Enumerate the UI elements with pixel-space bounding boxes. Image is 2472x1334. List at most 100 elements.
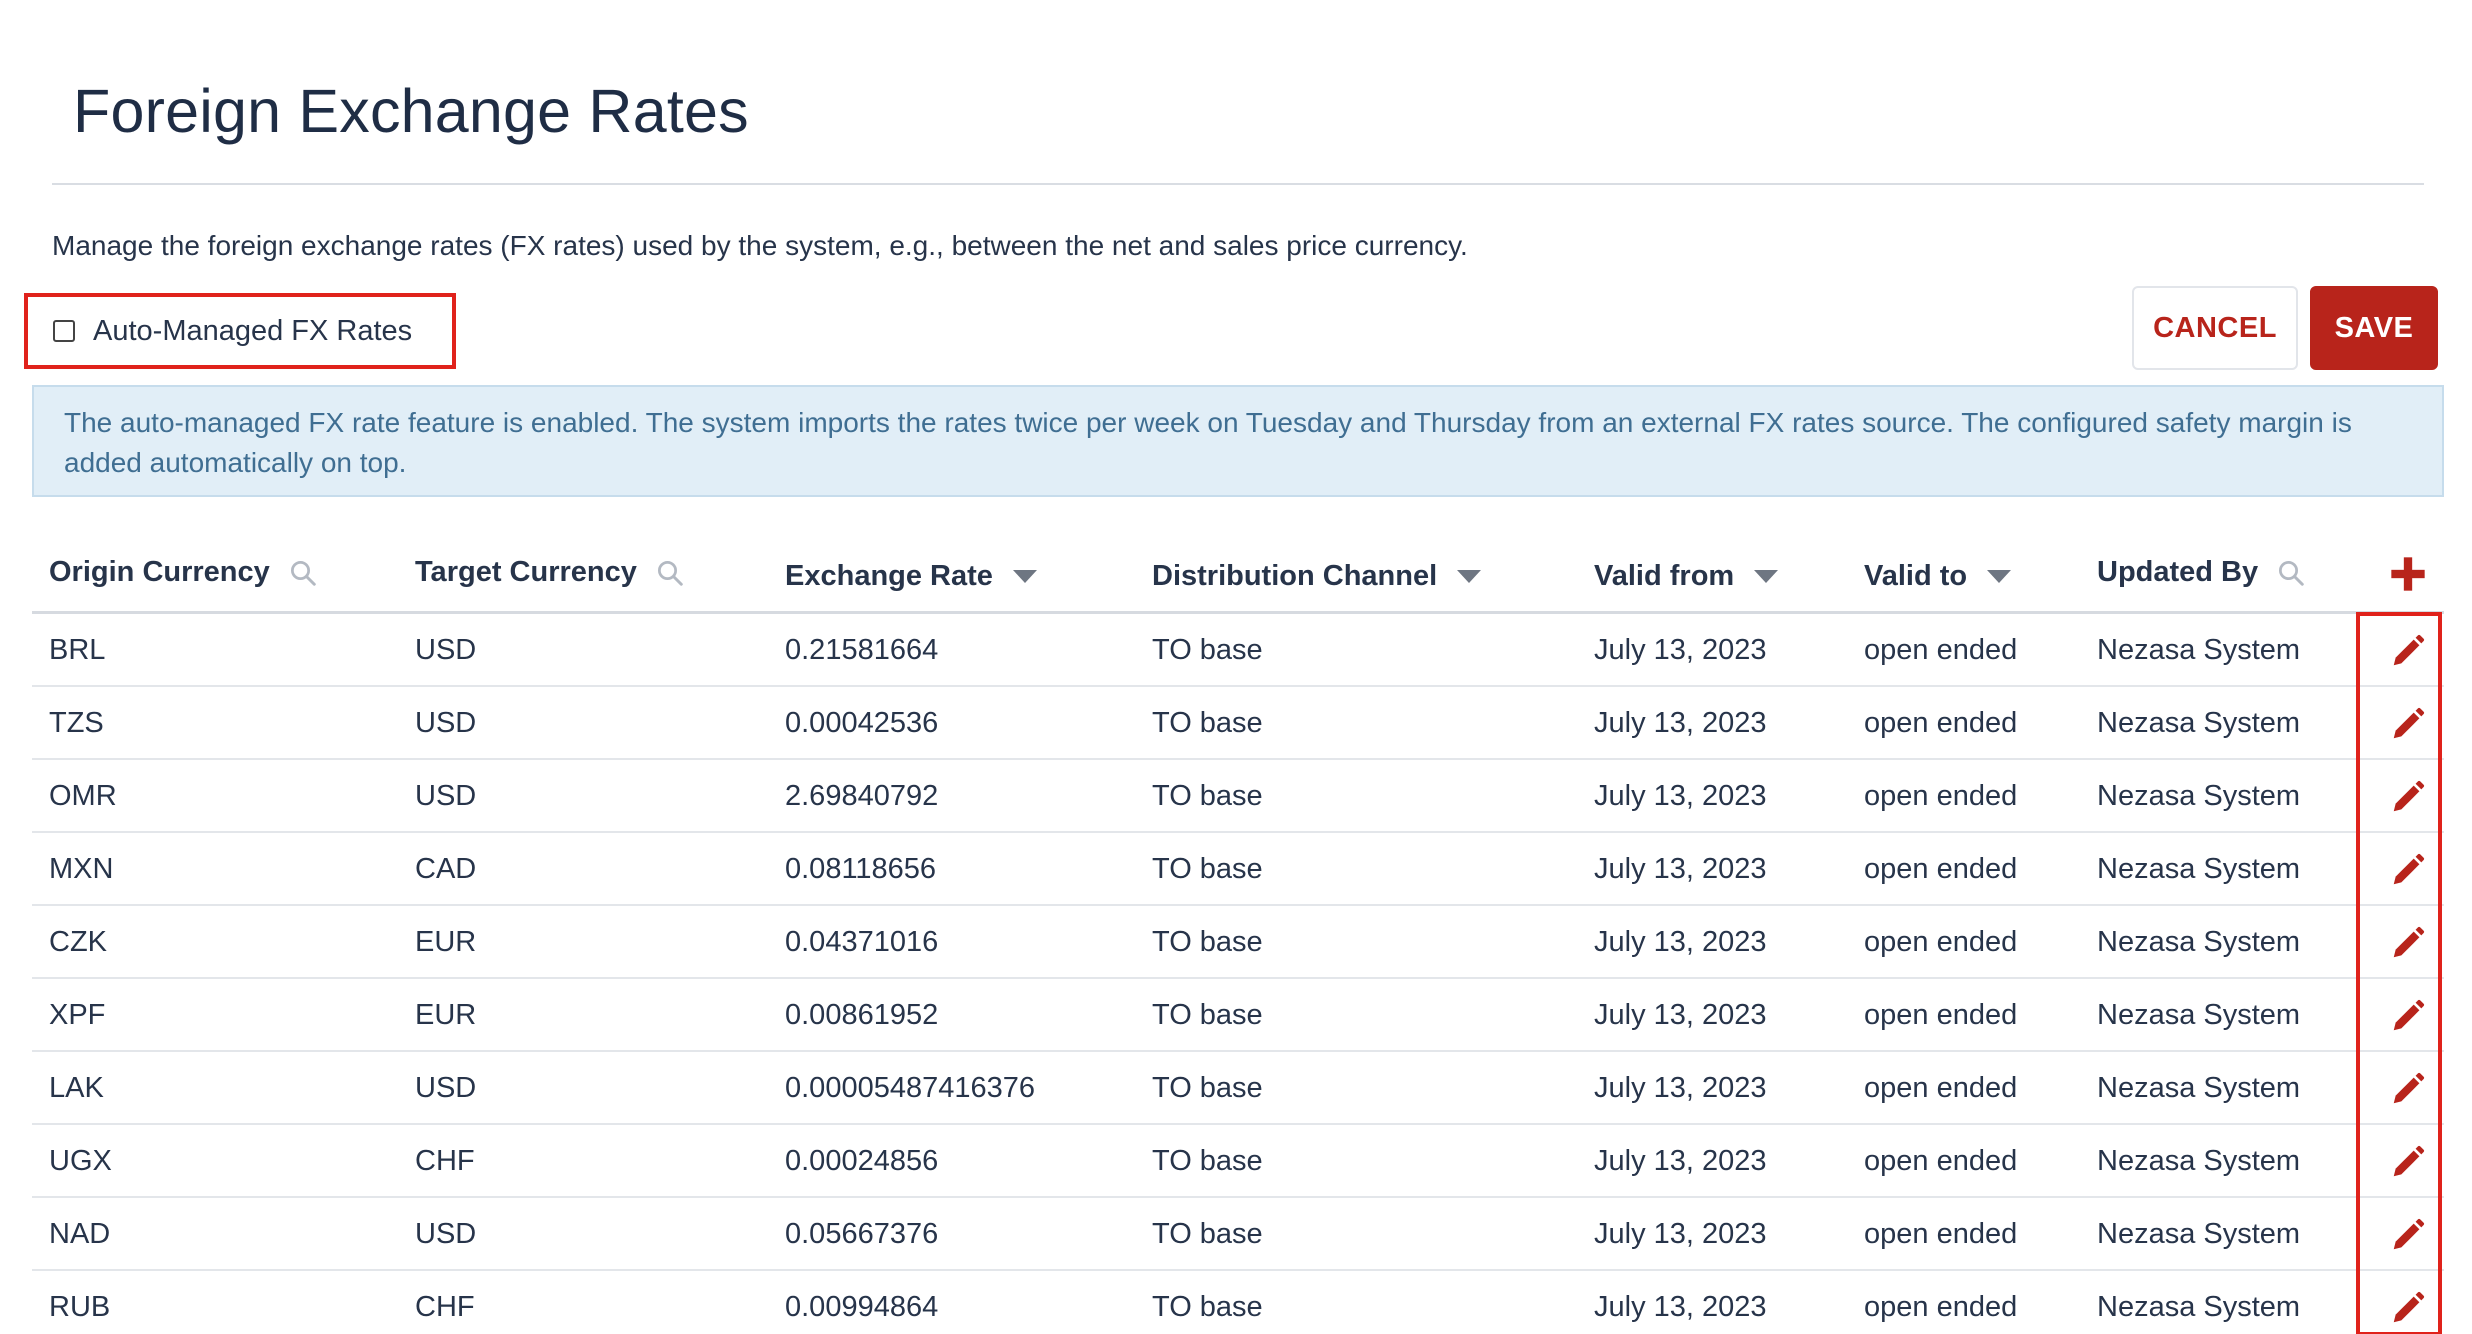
- valid-to-cell: open ended: [1864, 1291, 2018, 1323]
- target-currency-cell: USD: [415, 1072, 477, 1104]
- distribution-channel-cell: TO base: [1152, 926, 1263, 958]
- save-button[interactable]: SAVE: [2310, 286, 2438, 370]
- table-row: XPF EUR 0.00861952 TO base July 13, 2023…: [32, 979, 2444, 1052]
- updated-by-cell: Nezasa System: [2097, 853, 2301, 885]
- exchange-rate-cell: 0.00042536: [785, 707, 939, 739]
- column-valid-from[interactable]: Valid from: [1594, 560, 1779, 593]
- pencil-icon[interactable]: [2389, 851, 2427, 889]
- pencil-icon[interactable]: [2389, 997, 2427, 1035]
- target-currency-cell: USD: [415, 707, 477, 739]
- distribution-channel-cell: TO base: [1152, 1218, 1263, 1250]
- valid-to-cell: open ended: [1864, 1145, 2018, 1177]
- table-row: TZS USD 0.00042536 TO base July 13, 2023…: [32, 687, 2444, 760]
- auto-managed-label: Auto-Managed FX Rates: [93, 314, 413, 347]
- updated-by-cell: Nezasa System: [2097, 926, 2301, 958]
- exchange-rate-cell: 0.00024856: [785, 1145, 939, 1177]
- valid-from-cell: July 13, 2023: [1594, 1291, 1767, 1323]
- caret-down-icon[interactable]: [1012, 569, 1037, 584]
- caret-down-icon[interactable]: [1754, 569, 1779, 584]
- column-updated-by[interactable]: Updated By: [2097, 556, 2306, 589]
- valid-from-cell: July 13, 2023: [1594, 999, 1767, 1031]
- valid-from-cell: July 13, 2023: [1594, 1218, 1767, 1250]
- valid-from-cell: July 13, 2023: [1594, 707, 1767, 739]
- table-row: LAK USD 0.00005487416376 TO base July 13…: [32, 1052, 2444, 1125]
- exchange-rate-cell: 0.00005487416376: [785, 1072, 1035, 1104]
- distribution-channel-cell: TO base: [1152, 999, 1263, 1031]
- caret-down-icon[interactable]: [1987, 569, 2012, 584]
- pencil-icon[interactable]: [2389, 1070, 2427, 1108]
- updated-by-cell: Nezasa System: [2097, 634, 2301, 666]
- table-row: RUB CHF 0.00994864 TO base July 13, 2023…: [32, 1271, 2444, 1334]
- pencil-icon[interactable]: [2389, 632, 2427, 670]
- pencil-icon[interactable]: [2389, 705, 2427, 743]
- caret-down-icon[interactable]: [1457, 569, 1482, 584]
- target-currency-cell: CAD: [415, 853, 477, 885]
- table-row: BRL USD 0.21581664 TO base July 13, 2023…: [32, 614, 2444, 687]
- origin-currency-cell: MXN: [49, 853, 114, 885]
- exchange-rate-cell: 0.21581664: [785, 634, 939, 666]
- distribution-channel-cell: TO base: [1152, 1291, 1263, 1323]
- updated-by-cell: Nezasa System: [2097, 999, 2301, 1031]
- table-body: BRL USD 0.21581664 TO base July 13, 2023…: [32, 614, 2444, 1334]
- table-row: MXN CAD 0.08118656 TO base July 13, 2023…: [32, 833, 2444, 906]
- valid-from-cell: July 13, 2023: [1594, 780, 1767, 812]
- origin-currency-cell: CZK: [49, 926, 107, 958]
- plus-icon[interactable]: [2388, 554, 2428, 594]
- target-currency-cell: USD: [415, 780, 477, 812]
- target-currency-cell: CHF: [415, 1145, 475, 1177]
- exchange-rate-cell: 0.04371016: [785, 926, 939, 958]
- updated-by-cell: Nezasa System: [2097, 1218, 2301, 1250]
- distribution-channel-cell: TO base: [1152, 853, 1263, 885]
- pencil-icon[interactable]: [2389, 1289, 2427, 1327]
- valid-from-cell: July 13, 2023: [1594, 926, 1767, 958]
- origin-currency-cell: BRL: [49, 634, 106, 666]
- origin-currency-cell: NAD: [49, 1218, 111, 1250]
- pencil-icon[interactable]: [2389, 924, 2427, 962]
- distribution-channel-cell: TO base: [1152, 1072, 1263, 1104]
- column-distribution-channel[interactable]: Distribution Channel: [1152, 560, 1482, 593]
- search-icon[interactable]: [2276, 558, 2306, 588]
- auto-managed-checkbox[interactable]: [53, 320, 75, 342]
- exchange-rate-cell: 0.08118656: [785, 853, 937, 885]
- valid-to-cell: open ended: [1864, 1072, 2018, 1104]
- auto-managed-fx-toggle[interactable]: Auto-Managed FX Rates: [24, 293, 456, 369]
- info-banner: The auto-managed FX rate feature is enab…: [32, 385, 2444, 497]
- exchange-rate-cell: 0.00861952: [785, 999, 939, 1031]
- title-divider: [52, 183, 2424, 185]
- distribution-channel-cell: TO base: [1152, 1145, 1263, 1177]
- origin-currency-cell: OMR: [49, 780, 117, 812]
- valid-from-cell: July 13, 2023: [1594, 1072, 1767, 1104]
- valid-from-cell: July 13, 2023: [1594, 853, 1767, 885]
- cancel-button[interactable]: CANCEL: [2132, 286, 2298, 370]
- origin-currency-cell: UGX: [49, 1145, 112, 1177]
- column-origin-currency[interactable]: Origin Currency: [49, 556, 318, 589]
- table-row: NAD USD 0.05667376 TO base July 13, 2023…: [32, 1198, 2444, 1271]
- valid-to-cell: open ended: [1864, 1218, 2018, 1250]
- page-title: Foreign Exchange Rates: [73, 77, 749, 145]
- search-icon[interactable]: [655, 558, 685, 588]
- valid-to-cell: open ended: [1864, 926, 2018, 958]
- search-icon[interactable]: [288, 558, 318, 588]
- valid-to-cell: open ended: [1864, 780, 2018, 812]
- valid-from-cell: July 13, 2023: [1594, 1145, 1767, 1177]
- valid-from-cell: July 13, 2023: [1594, 634, 1767, 666]
- target-currency-cell: EUR: [415, 999, 477, 1031]
- pencil-icon[interactable]: [2389, 1143, 2427, 1181]
- table-row: OMR USD 2.69840792 TO base July 13, 2023…: [32, 760, 2444, 833]
- table-row: CZK EUR 0.04371016 TO base July 13, 2023…: [32, 906, 2444, 979]
- pencil-icon[interactable]: [2389, 778, 2427, 816]
- column-exchange-rate[interactable]: Exchange Rate: [785, 560, 1037, 593]
- origin-currency-cell: RUB: [49, 1291, 111, 1323]
- column-valid-to[interactable]: Valid to: [1864, 560, 2012, 593]
- pencil-icon[interactable]: [2389, 1216, 2427, 1254]
- updated-by-cell: Nezasa System: [2097, 780, 2301, 812]
- origin-currency-cell: TZS: [49, 707, 104, 739]
- page-description: Manage the foreign exchange rates (FX ra…: [52, 230, 1468, 261]
- table-header: Origin Currency Target Currency Exchange…: [32, 536, 2444, 614]
- target-currency-cell: EUR: [415, 926, 477, 958]
- updated-by-cell: Nezasa System: [2097, 707, 2301, 739]
- fx-rates-table: Origin Currency Target Currency Exchange…: [32, 536, 2444, 1334]
- valid-to-cell: open ended: [1864, 707, 2018, 739]
- column-target-currency[interactable]: Target Currency: [415, 556, 685, 589]
- target-currency-cell: USD: [415, 634, 477, 666]
